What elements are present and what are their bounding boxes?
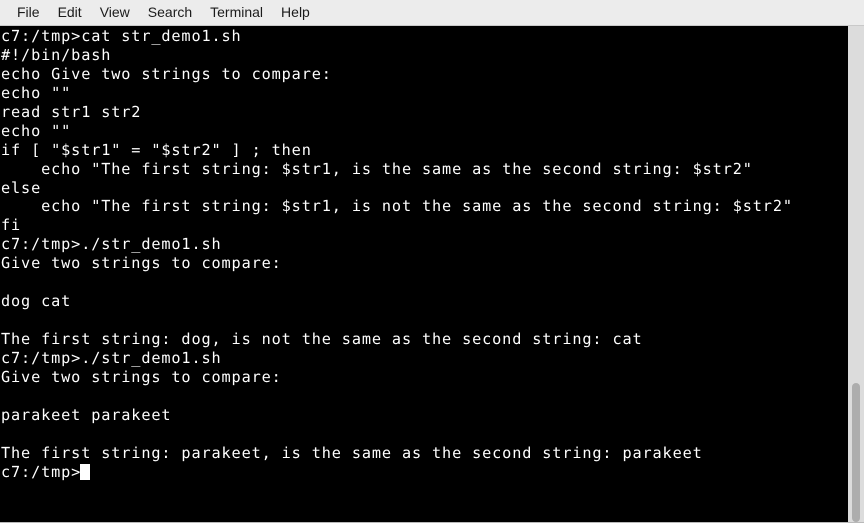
- terminal-window: File Edit View Search Terminal Help c7:/tmp>c…: [0, 0, 864, 523]
- terminal-line: c7:/tmp>./str_demo1.sh: [1, 235, 222, 254]
- terminal-line: read str1 str2: [1, 102, 142, 121]
- menu-terminal[interactable]: Terminal: [201, 2, 272, 23]
- shell-prompt: c7:/tmp>: [1, 462, 82, 481]
- terminal-line: echo "The first string: $str1, is not th…: [1, 197, 793, 216]
- terminal-line: Give two strings to compare:: [1, 367, 282, 386]
- terminal-prompt-line: c7:/tmp>: [1, 463, 848, 482]
- terminal-line: The first string: parakeet, is the same …: [1, 443, 703, 462]
- terminal-line: c7:/tmp>./str_demo1.sh: [1, 348, 222, 367]
- terminal-line: echo "The first string: $str1, is the sa…: [1, 159, 753, 178]
- terminal-area: c7:/tmp>cat str_demo1.sh #!/bin/bash echo …: [0, 26, 864, 523]
- terminal-line: The first string: dog, is not the same a…: [1, 330, 643, 348]
- menu-view[interactable]: View: [91, 2, 139, 23]
- menu-bar: File Edit View Search Terminal Help: [0, 0, 864, 26]
- menu-file[interactable]: File: [8, 2, 49, 23]
- terminal-screen[interactable]: c7:/tmp>cat str_demo1.sh #!/bin/bash echo …: [0, 26, 848, 522]
- terminal-scrollbar[interactable]: [848, 26, 864, 522]
- scrollbar-thumb[interactable]: [852, 383, 860, 522]
- terminal-line: parakeet parakeet: [1, 405, 172, 424]
- terminal-line: fi: [1, 216, 22, 235]
- terminal-line: echo "": [1, 121, 72, 140]
- terminal-line: echo Give two strings to compare:: [1, 64, 332, 83]
- menu-help[interactable]: Help: [272, 2, 319, 23]
- terminal-line: dog cat: [1, 292, 72, 311]
- terminal-line: else: [1, 178, 42, 197]
- menu-search[interactable]: Search: [139, 2, 201, 23]
- terminal-line: c7:/tmp>cat str_demo1.sh: [1, 27, 242, 45]
- terminal-line: Give two strings to compare:: [1, 254, 282, 273]
- text-cursor: [80, 464, 91, 481]
- terminal-line: echo "": [1, 83, 72, 102]
- terminal-line: if [ "$str1" = "$str2" ] ; then: [1, 140, 312, 159]
- menu-edit[interactable]: Edit: [49, 2, 91, 23]
- terminal-line: #!/bin/bash: [1, 45, 112, 64]
